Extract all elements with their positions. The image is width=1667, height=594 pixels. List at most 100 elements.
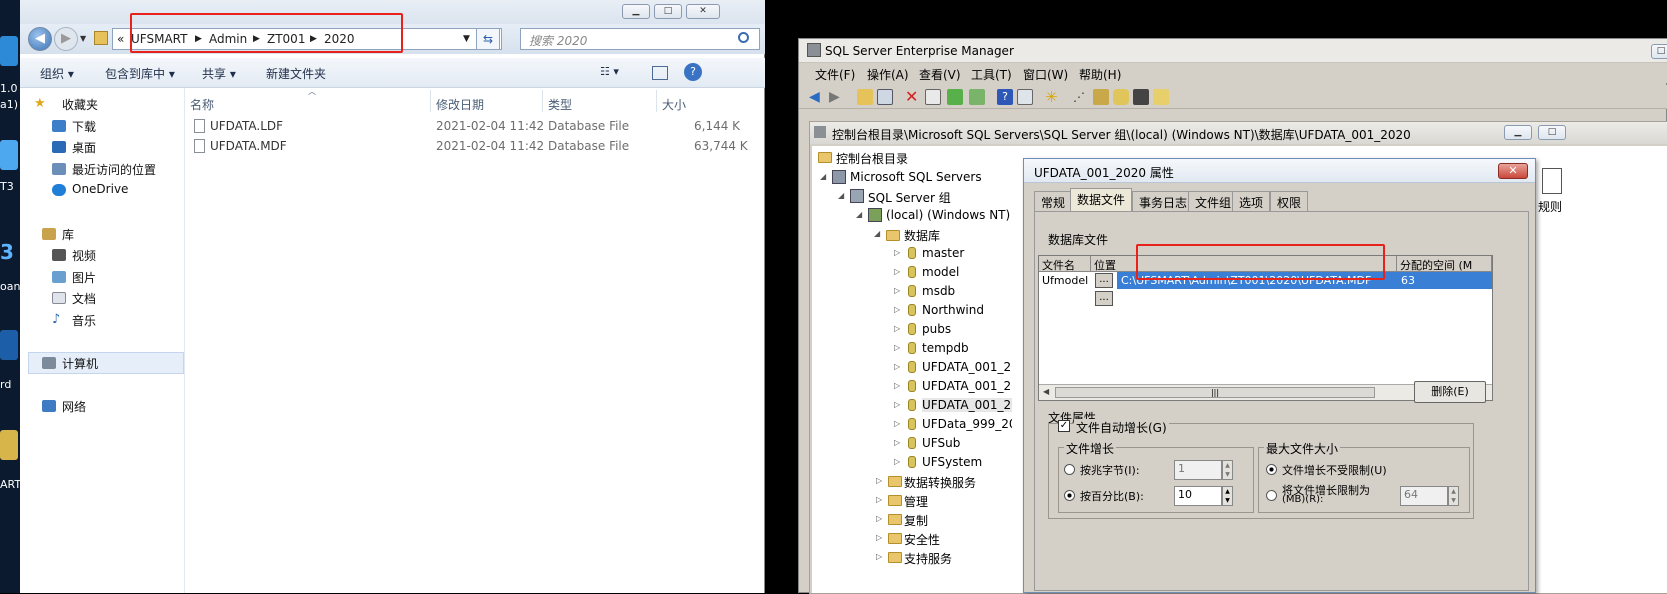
nav-onedrive[interactable]: OneDrive <box>72 182 128 196</box>
cell-allocated[interactable]: 63 <box>1401 274 1415 287</box>
tree-db-item[interactable]: msdb <box>922 284 955 298</box>
expand-icon[interactable]: ▷ <box>876 476 882 485</box>
tree-folder[interactable]: 支持服务 <box>904 550 952 567</box>
tab-permissions[interactable]: 权限 <box>1270 191 1309 211</box>
nav-documents[interactable]: 文档 <box>72 290 96 307</box>
browse-button[interactable]: ... <box>1095 273 1113 288</box>
maximize-button[interactable]: □ <box>654 4 682 19</box>
nav-libraries[interactable]: 库 <box>62 226 74 243</box>
new-folder-button[interactable]: 新建文件夹 <box>266 65 326 82</box>
column-header-name[interactable]: 名称 <box>190 96 214 113</box>
tree-local-server[interactable]: (local) (Windows NT) <box>886 208 1010 222</box>
desktop-app-icon[interactable] <box>0 430 18 460</box>
expand-icon[interactable]: ▷ <box>894 286 900 295</box>
tree-folder[interactable]: 管理 <box>904 493 928 510</box>
column-header-modified[interactable]: 修改日期 <box>436 96 484 113</box>
collapse-icon[interactable]: ◢ <box>820 172 826 181</box>
collapse-icon[interactable]: ◢ <box>838 191 844 200</box>
refresh-icon[interactable]: ⇆ <box>476 28 500 50</box>
maximize-button[interactable]: □ <box>1538 125 1566 140</box>
tab-options[interactable]: 选项 <box>1232 191 1271 211</box>
show-tree-icon[interactable] <box>877 89 893 105</box>
tab-general[interactable]: 常规 <box>1034 191 1073 211</box>
delete-icon[interactable]: ✕ <box>905 89 921 105</box>
scroll-left-icon[interactable]: ◀ <box>1043 387 1049 396</box>
growth-pct-spinner[interactable]: ▲ ▼ <box>1222 486 1233 506</box>
include-in-library-button[interactable]: 包含到库中 ▾ <box>105 65 175 82</box>
menu-action[interactable]: 操作(A) <box>867 66 909 83</box>
expand-icon[interactable]: ▷ <box>894 400 900 409</box>
limited-spinner[interactable]: ▲ ▼ <box>1448 486 1459 506</box>
table-row[interactable]: UFDATA.MDF 2021-02-04 11:42 Database Fil… <box>186 136 764 156</box>
tab-filegroups[interactable]: 文件组 <box>1188 191 1239 211</box>
chevron-down-icon[interactable]: ▼ <box>463 34 470 44</box>
wizard-icon[interactable]: ✳ <box>1045 89 1061 105</box>
nav-network[interactable]: 网络 <box>62 398 86 415</box>
expand-icon[interactable]: ▷ <box>876 552 882 561</box>
tree-db-item[interactable]: Northwind <box>922 303 984 317</box>
forward-icon[interactable]: ▶ <box>829 89 845 105</box>
help-icon[interactable]: ? <box>684 63 702 81</box>
rule-label[interactable]: 规则 <box>1538 198 1562 215</box>
recent-pages-icon[interactable]: ▼ <box>80 34 86 43</box>
growth-mb-radio[interactable] <box>1064 464 1075 475</box>
tree-db-item[interactable]: tempdb <box>922 341 969 355</box>
tree-db-item[interactable]: UFDATA_001_20 <box>922 379 1019 393</box>
menu-window[interactable]: 窗口(W) <box>1023 66 1068 83</box>
tree-db-item[interactable]: UFSystem <box>922 455 982 469</box>
expand-icon[interactable]: ▷ <box>876 514 882 523</box>
scroll-thumb[interactable]: ||| <box>1055 387 1375 398</box>
back-icon[interactable]: ◀ <box>809 89 825 105</box>
growth-mb-input[interactable]: 1 <box>1174 460 1222 480</box>
expand-icon[interactable]: ▷ <box>894 343 900 352</box>
minimize-button[interactable]: ▁ <box>1504 125 1532 140</box>
limited-radio[interactable] <box>1266 490 1277 501</box>
table-row[interactable]: UFDATA.LDF 2021-02-04 11:42 Database Fil… <box>186 116 764 136</box>
tree-db-item[interactable]: model <box>922 265 959 279</box>
new-login-icon[interactable] <box>1113 89 1129 105</box>
tree-folder[interactable]: 复制 <box>904 512 928 529</box>
menu-view[interactable]: 查看(V) <box>919 66 961 83</box>
grid-header-file-name[interactable]: 文件名 <box>1039 256 1091 272</box>
share-button[interactable]: 共享 ▾ <box>202 65 236 82</box>
tree-root[interactable]: 控制台根目录 <box>836 150 908 167</box>
up-folder-icon[interactable] <box>857 89 873 105</box>
desktop-app-icon[interactable] <box>0 140 18 170</box>
expand-icon[interactable]: ▷ <box>894 381 900 390</box>
expand-icon[interactable]: ▷ <box>876 495 882 504</box>
column-header-size[interactable]: 大小 <box>662 96 686 113</box>
tree-databases[interactable]: 数据库 <box>904 227 940 244</box>
close-button[interactable]: ✕ <box>686 4 720 19</box>
growth-pct-label[interactable]: 按百分比(B): <box>1080 488 1144 504</box>
menu-file[interactable]: 文件(F) <box>815 66 855 83</box>
growth-mb-spinner[interactable]: ▲ ▼ <box>1222 460 1233 480</box>
limited-unit-label[interactable]: (MB)(R): <box>1282 494 1323 505</box>
autogrow-checkbox[interactable]: ✓ <box>1058 420 1070 432</box>
tree-db-item[interactable]: master <box>922 246 964 260</box>
expand-icon[interactable]: ▷ <box>894 438 900 447</box>
nav-favorites[interactable]: 收藏夹 <box>62 96 98 113</box>
unlimited-label[interactable]: 文件增长不受限制(U) <box>1282 462 1387 478</box>
breadcrumb-overflow[interactable]: « <box>117 32 124 46</box>
view-options-icon[interactable]: ☷ ▾ <box>600 65 619 78</box>
nav-computer[interactable]: 计算机 <box>62 355 98 372</box>
grid-header-allocated[interactable]: 分配的空间 (M <box>1397 256 1492 272</box>
nav-desktop[interactable]: 桌面 <box>72 139 96 156</box>
menu-help[interactable]: 帮助(H) <box>1079 66 1121 83</box>
help-icon[interactable]: ? <box>997 89 1013 105</box>
tree-folder[interactable]: 数据转换服务 <box>904 474 976 491</box>
expand-icon[interactable]: ▷ <box>894 419 900 428</box>
tree-db-item[interactable]: UFData_999_20 <box>922 417 1017 431</box>
nav-recent[interactable]: 最近访问的位置 <box>72 161 156 178</box>
cell-file-name[interactable]: Ufmodel <box>1042 274 1088 287</box>
minimize-button[interactable]: ▁ <box>622 4 650 19</box>
menu-tools[interactable]: 工具(T) <box>971 66 1012 83</box>
collapse-icon[interactable]: ◢ <box>856 210 862 219</box>
maximize-button[interactable]: □ <box>1651 44 1667 59</box>
tree-db-item[interactable]: UFSub <box>922 436 960 450</box>
nav-pictures[interactable]: 图片 <box>72 269 96 286</box>
preview-pane-icon[interactable] <box>652 66 668 80</box>
query-analyzer-icon[interactable] <box>1133 89 1149 105</box>
limited-input[interactable]: 64 <box>1400 486 1448 506</box>
unlimited-radio[interactable] <box>1266 464 1277 475</box>
